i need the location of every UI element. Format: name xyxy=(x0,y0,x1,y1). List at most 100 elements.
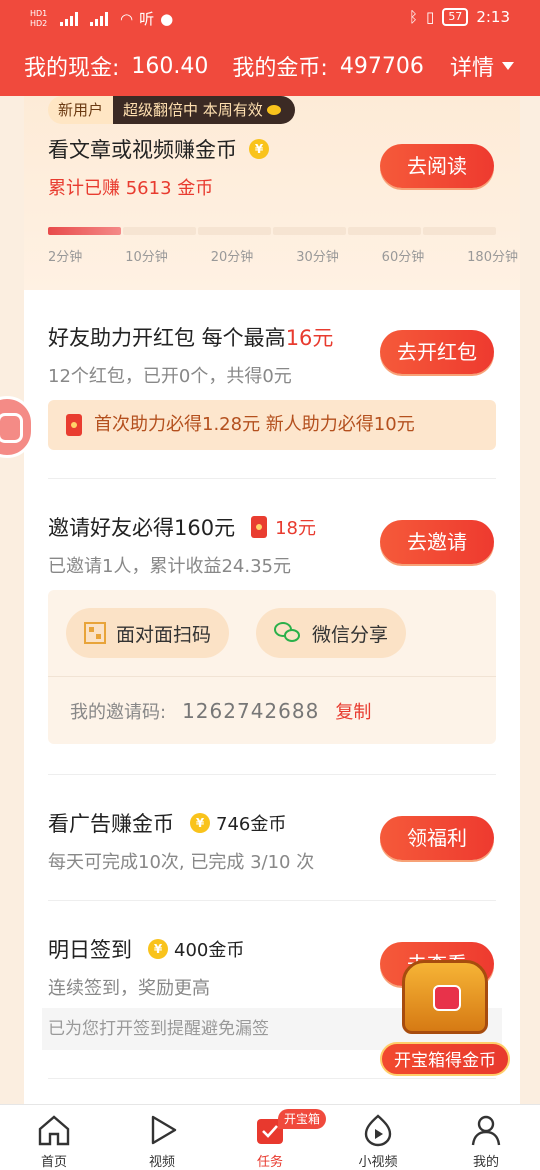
qr-code-icon xyxy=(84,622,106,644)
invite-code-row: 我的邀请码: 1262742688 复制 xyxy=(70,698,371,724)
treasure-chest-widget[interactable]: 开宝箱得金币 xyxy=(380,960,510,1080)
ad-task-title: 看广告赚金币 ¥ 746金币 xyxy=(48,808,286,838)
badge-promo: 超级翻倍中 本周有效 xyxy=(113,96,295,124)
treasure-tag: 开宝箱 xyxy=(278,1109,327,1129)
message-icon: ● xyxy=(160,9,174,28)
nav-task[interactable]: 开宝箱 任务 xyxy=(216,1105,327,1170)
wechat-label: 微信分享 xyxy=(312,623,389,646)
wallet-summary: 我的现金: 160.40 我的金币: 497706 xyxy=(24,50,436,82)
tick-label: 180分钟 xyxy=(467,250,518,265)
vibrate-icon: ▯ xyxy=(426,8,435,26)
redpacket-title-text: 好友助力开红包 每个最高 xyxy=(48,326,286,350)
divider xyxy=(48,774,496,775)
open-redpacket-button[interactable]: 去开红包 xyxy=(380,330,494,374)
home-icon xyxy=(38,1115,70,1146)
wechat-share-button[interactable]: 微信分享 xyxy=(256,608,407,658)
read-task-title-text: 看文章或视频赚金币 xyxy=(48,138,237,162)
claim-benefit-button[interactable]: 领福利 xyxy=(380,816,494,860)
detail-label: 详情 xyxy=(449,56,494,81)
coin-icon xyxy=(266,105,281,115)
ad-title-text: 看广告赚金币 xyxy=(48,812,174,836)
battery-icon: 57 xyxy=(442,8,469,26)
scan-label: 面对面扫码 xyxy=(116,623,212,646)
read-task-section: 新用户 超级翻倍中 本周有效 看文章或视频赚金币 ¥ 累计已赚 5613 金币 … xyxy=(24,96,520,290)
wifi-icon: ◠ xyxy=(120,9,134,28)
signin-title-text: 明日签到 xyxy=(48,938,132,962)
progress-segment xyxy=(198,227,271,235)
invite-reward: 18元 xyxy=(251,514,316,540)
user-icon xyxy=(471,1115,501,1146)
header: HD1 HD2 ◠ 听 ● ᛒ ▯ 57 2:13 我的现金: 160.40 我的… xyxy=(0,0,540,96)
treasure-chest-icon xyxy=(402,960,488,1034)
coin-icon: ¥ xyxy=(190,813,210,833)
nav-short-video[interactable]: 小视频 xyxy=(324,1105,432,1170)
tick-label: 2分钟 xyxy=(48,250,83,265)
nav-video-label: 视频 xyxy=(148,1155,175,1170)
tick-label: 30分钟 xyxy=(296,250,339,265)
read-button[interactable]: 去阅读 xyxy=(380,144,494,188)
redpacket-title-amount: 16元 xyxy=(285,326,334,350)
progress-ticks: 2分钟 10分钟 20分钟 30分钟 60分钟 180分钟 xyxy=(48,246,518,265)
nav-task-label: 任务 xyxy=(256,1155,283,1170)
coins-label: 我的金币: xyxy=(232,56,328,81)
wechat-icon xyxy=(274,622,302,644)
redpacket-banner[interactable]: 首次助力必得1.28元 新人助力必得10元 xyxy=(48,400,496,450)
divider xyxy=(48,676,496,677)
ad-coins-value: 746金币 xyxy=(216,814,287,835)
read-task-earned: 累计已赚 5613 金币 xyxy=(48,178,214,199)
copy-code-button[interactable]: 复制 xyxy=(335,698,371,724)
nav-home-label: 首页 xyxy=(40,1155,67,1170)
bottom-nav: 首页 视频 开宝箱 任务 小视频 我的 xyxy=(0,1104,540,1170)
clock: 2:13 xyxy=(476,8,510,26)
invite-reward-value: 18元 xyxy=(275,518,316,539)
tick-label: 60分钟 xyxy=(381,250,425,265)
nav-video[interactable]: 视频 xyxy=(108,1105,216,1170)
progress-segment xyxy=(273,227,346,235)
invite-code-label: 我的邀请码: xyxy=(70,702,167,723)
detail-button[interactable]: 详情 xyxy=(450,50,514,82)
invite-options: 面对面扫码 微信分享 我的邀请码: 1262742688 复制 xyxy=(48,590,496,744)
coins-value: 497706 xyxy=(339,53,424,79)
nav-me[interactable]: 我的 xyxy=(432,1105,540,1170)
progress-segment xyxy=(423,227,496,235)
signin-coins-value: 400金币 xyxy=(174,940,245,961)
red-envelope-icon xyxy=(66,414,82,436)
ad-subtitle: 每天可完成10次, 已完成 3/10 次 xyxy=(48,852,315,873)
read-progress-bar xyxy=(48,227,496,235)
nav-home[interactable]: 首页 xyxy=(0,1105,108,1170)
nav-short-video-label: 小视频 xyxy=(358,1155,398,1170)
divider xyxy=(48,900,496,901)
signal-icon xyxy=(60,11,84,26)
signal-icon xyxy=(90,11,114,26)
signin-coins: ¥ 400金币 xyxy=(148,936,244,962)
redpacket-subtitle: 12个红包，已开0个，共得0元 xyxy=(48,366,292,387)
status-bar: HD1 HD2 ◠ 听 ● ᛒ ▯ 57 2:13 xyxy=(0,0,540,38)
short-video-icon xyxy=(364,1114,392,1147)
status-left: HD1 HD2 ◠ 听 ● xyxy=(30,8,173,29)
cash-value: 160.40 xyxy=(131,53,209,79)
coin-icon: ¥ xyxy=(249,139,269,159)
redpacket-task-title: 好友助力开红包 每个最高16元 xyxy=(48,322,333,352)
progress-segment xyxy=(48,227,121,235)
progress-segment xyxy=(348,227,421,235)
signin-subtitle: 连续签到，奖励更高 xyxy=(48,978,210,999)
invite-subtitle: 已邀请1人，累计收益24.35元 xyxy=(48,556,291,577)
progress-segment xyxy=(123,227,196,235)
face-to-face-scan-button[interactable]: 面对面扫码 xyxy=(66,608,230,658)
read-task-title: 看文章或视频赚金币 ¥ xyxy=(48,134,269,164)
redpacket-banner-text: 首次助力必得1.28元 新人助力必得10元 xyxy=(94,414,415,435)
divider xyxy=(48,478,496,479)
badge-new-user: 新用户 xyxy=(48,96,114,124)
listen-indicator: 听 xyxy=(139,10,155,28)
nav-me-label: 我的 xyxy=(472,1155,499,1170)
coin-icon: ¥ xyxy=(148,939,168,959)
tick-label: 10分钟 xyxy=(125,250,168,265)
invite-button[interactable]: 去邀请 xyxy=(380,520,494,564)
hd-icon: HD1 HD2 xyxy=(30,8,48,28)
cash-label: 我的现金: xyxy=(24,56,120,81)
play-icon xyxy=(151,1115,177,1145)
task-card: 新用户 超级翻倍中 本周有效 看文章或视频赚金币 ¥ 累计已赚 5613 金币 … xyxy=(24,96,520,1106)
ad-coins: ¥ 746金币 xyxy=(190,810,286,836)
status-right: ᛒ ▯ 57 2:13 xyxy=(409,8,510,26)
signin-task-title: 明日签到 ¥ 400金币 xyxy=(48,934,244,964)
